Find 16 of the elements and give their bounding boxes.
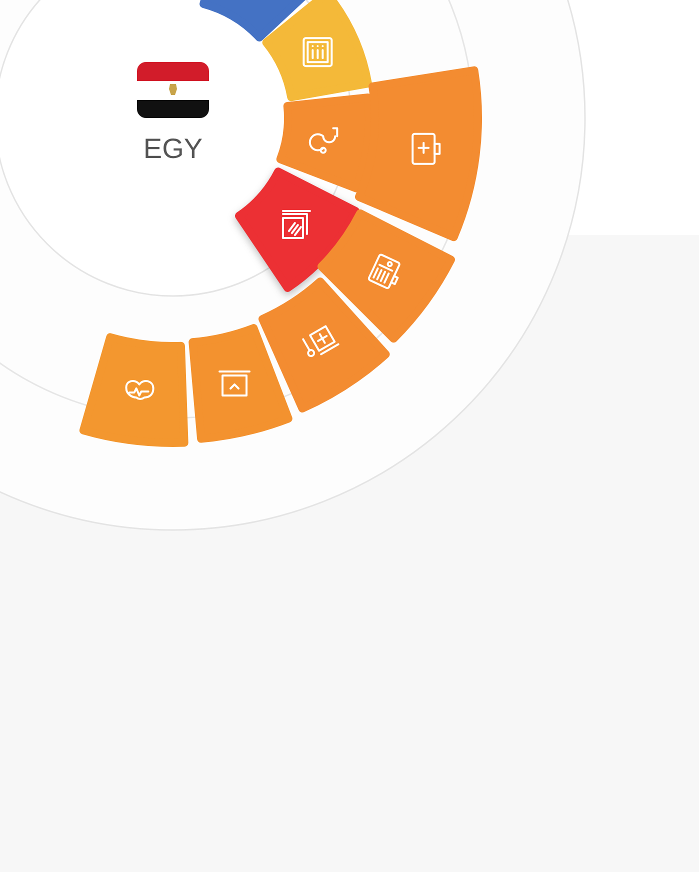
document-stack-icon xyxy=(282,210,311,240)
menu-tile[interactable] xyxy=(258,278,390,412)
flag-icon xyxy=(137,62,209,118)
menu-tile[interactable] xyxy=(318,209,455,343)
window-icon xyxy=(218,370,251,396)
menu-tile[interactable] xyxy=(188,324,292,443)
menu-tile[interactable] xyxy=(276,94,373,192)
heart-pulse-icon xyxy=(125,380,154,400)
menu-tile[interactable] xyxy=(234,168,360,292)
calculator-icon xyxy=(367,253,402,290)
battery-icon xyxy=(412,132,441,165)
chart-icon xyxy=(302,37,333,68)
medical-kit-icon xyxy=(302,325,340,358)
stethoscope-icon xyxy=(308,127,338,154)
country-code: EGY xyxy=(143,133,203,164)
menu-tile[interactable] xyxy=(262,0,372,102)
